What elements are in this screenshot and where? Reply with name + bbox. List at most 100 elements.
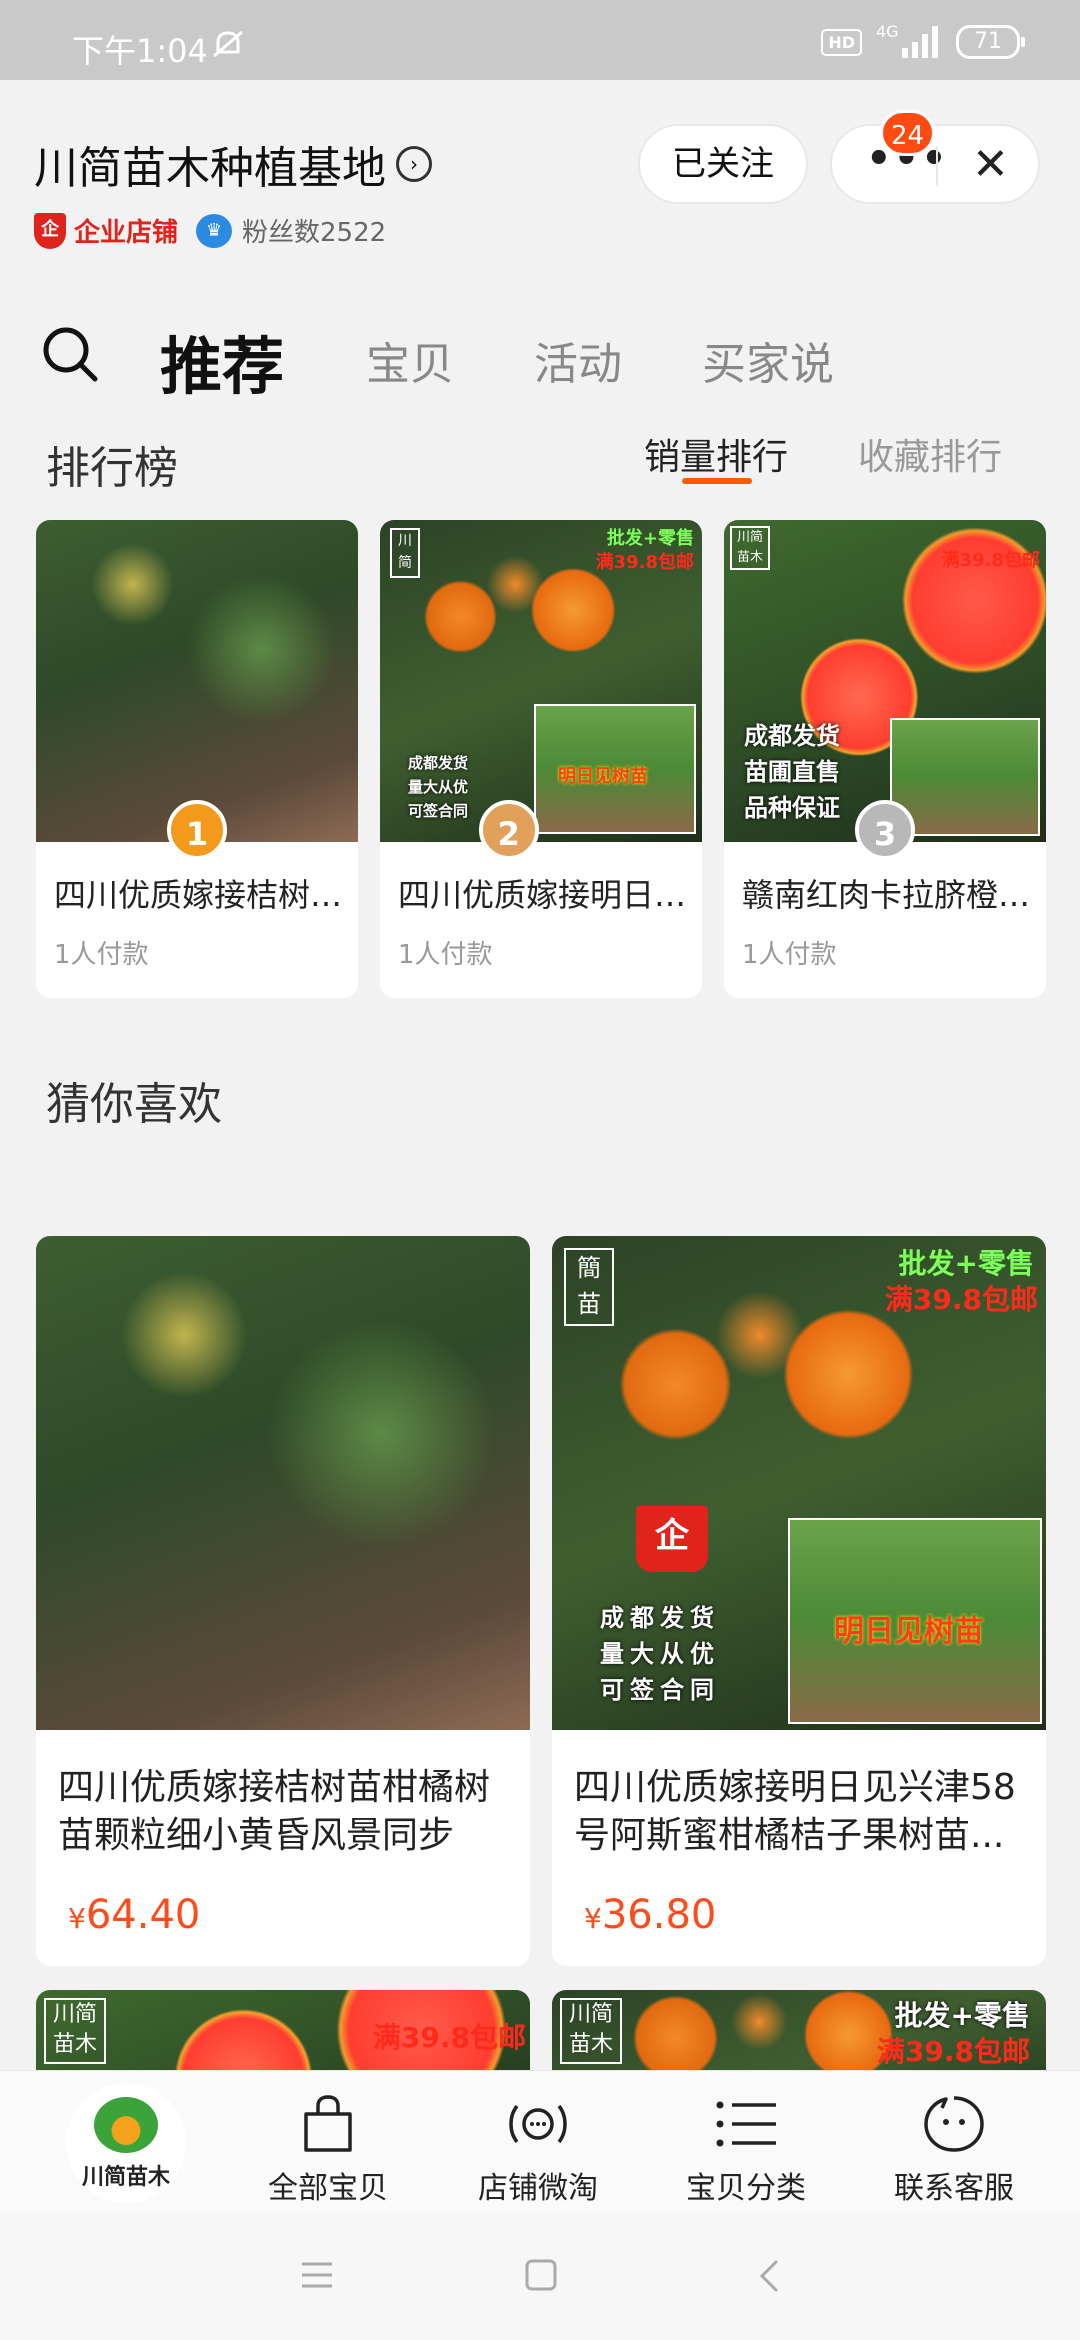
search-icon[interactable] <box>40 324 100 384</box>
nav-label: 全部宝贝 <box>268 2171 388 2206</box>
product-image <box>36 1236 530 1730</box>
paid-count: 1人付款 <box>398 940 493 970</box>
price-value: 36.80 <box>601 1892 717 1938</box>
wholesale-overlay: 批发+零售 <box>606 528 694 549</box>
nav-label: 宝贝分类 <box>686 2171 806 2206</box>
free-shipping-overlay: 满39.8包邮 <box>941 550 1040 571</box>
nav-store-feed[interactable]: 店铺微淘 <box>438 2091 638 2207</box>
product-title: 四川优质嫁接明日见兴津58号阿斯蜜柑橘桔子果树苗... <box>574 1767 1016 1856</box>
sort-favorites-tab[interactable]: 收藏排行 <box>858 428 1002 480</box>
message-count-badge: 24 <box>880 110 936 156</box>
price-value: 64.40 <box>85 1892 201 1938</box>
chevron-right-icon: › <box>396 146 432 182</box>
quantity-overlay: 量大从优 <box>600 1640 720 1668</box>
rank-medal: 1 <box>167 800 227 860</box>
nursery-photo: 明日见树苗 <box>788 1518 1042 1724</box>
rank-card[interactable]: 川简苗木 满39.8包邮 成都发货 苗圃直售 品种保证 3 赣南红肉卡拉脐橙树苗… <box>724 520 1046 998</box>
tab-items[interactable]: 宝贝 <box>366 328 454 392</box>
enterprise-badge: 企 企业店铺 <box>34 212 178 249</box>
store-logo[interactable]: 川简苗木 <box>66 2083 186 2203</box>
enterprise-shield-icon: 企 <box>34 212 66 249</box>
chat-face-icon <box>854 2091 1054 2157</box>
store-page: 川简苗木种植基地 › 企 企业店铺 ♛ 粉丝数2522 已关注 ••• ✕ 24… <box>0 80 1080 2150</box>
rank-card[interactable]: 1 四川优质嫁接桔树苗柑橘树苗颗粒细小黄昏风景同步 1人付款 <box>36 520 358 998</box>
product-title: 四川优质嫁接桔树苗柑橘树苗颗粒细小黄昏风景同步 <box>54 876 344 914</box>
enterprise-shield-icon: 企 <box>636 1506 708 1572</box>
active-sort-indicator <box>682 478 752 484</box>
menu-icon[interactable] <box>300 2260 334 2290</box>
store-watermark: 川简苗木 <box>730 526 770 570</box>
store-watermark: 簡苗 <box>564 1248 614 1326</box>
status-bar: 下午1:04 HD 4G 71 <box>0 0 1080 80</box>
wholesale-overlay: 批发+零售 <box>894 1999 1030 2032</box>
signal-icon: 4G <box>876 22 942 60</box>
back-icon[interactable] <box>756 2258 780 2294</box>
status-time: 下午1:04 <box>72 32 208 70</box>
bottom-nav: 川简苗木 全部宝贝 店铺微淘 宝贝分类 联系客服 <box>0 2070 1080 2210</box>
chengdu-overlay: 成都发货 <box>744 722 840 750</box>
rank-medal: 2 <box>478 800 539 860</box>
nav-categories[interactable]: 宝贝分类 <box>646 2091 846 2207</box>
nav-customer-service[interactable]: 联系客服 <box>854 2091 1054 2207</box>
chengdu-overlay: 成都发货 <box>600 1604 720 1632</box>
store-watermark: 川简苗木 <box>560 1998 622 2064</box>
enterprise-badge-label: 企业店铺 <box>74 218 179 248</box>
broadcast-icon <box>438 2091 638 2157</box>
rank-medal: 3 <box>855 800 915 860</box>
product-title: 四川优质嫁接桔树苗柑橘树苗颗粒细小黄昏风景同步 <box>58 1767 491 1856</box>
rank-card[interactable]: 川简 批发+零售 满39.8包邮 成都发货 量大从优 可签合同 明日见树苗 2 … <box>380 520 702 998</box>
direct-sale-overlay: 苗圃直售 <box>744 758 840 786</box>
product-image: 簡苗 批发+零售 满39.8包邮 企 成都发货 量大从优 可签合同 明日见树苗 <box>552 1236 1046 1730</box>
store-title[interactable]: 川简苗木种植基地 › <box>34 132 432 196</box>
nav-all-items[interactable]: 全部宝贝 <box>228 2091 428 2207</box>
free-shipping-overlay: 满39.8包邮 <box>595 552 694 573</box>
capsule-menu: ••• ✕ <box>830 124 1040 204</box>
wholesale-overlay: 批发+零售 <box>898 1247 1034 1280</box>
fans-label: 粉丝数2522 <box>242 218 387 248</box>
capsule-divider <box>936 146 938 186</box>
quality-overlay: 品种保证 <box>744 794 840 822</box>
leaf-logo-icon <box>94 2097 158 2153</box>
product-card[interactable]: 四川优质嫁接桔树苗柑橘树苗颗粒细小黄昏风景同步 ¥64.40 <box>36 1236 530 1966</box>
guess-title: 猜你喜欢 <box>46 1079 222 1130</box>
contract-overlay: 可签合同 <box>408 802 469 820</box>
fans-count: ♛ 粉丝数2522 <box>196 212 386 249</box>
product-image: 川简 批发+零售 满39.8包邮 成都发货 量大从优 可签合同 明日见树苗 2 <box>380 520 702 860</box>
nav-label: 联系客服 <box>894 2171 1014 2206</box>
follow-button[interactable]: 已关注 <box>638 124 808 204</box>
nav-label: 店铺微淘 <box>478 2171 598 2206</box>
free-shipping-overlay: 满39.8包邮 <box>876 2035 1030 2068</box>
store-logo-text: 川简苗木 <box>81 2165 170 2190</box>
store-watermark: 川简 <box>390 528 420 578</box>
nursery-photo: 明日见树苗 <box>534 704 696 834</box>
sort-sales-tab[interactable]: 销量排行 <box>644 428 788 480</box>
store-name: 川简苗木种植基地 <box>34 143 386 194</box>
list-icon <box>646 2091 846 2157</box>
store-watermark: 川简苗木 <box>44 1998 106 2064</box>
store-badges: 企 企业店铺 ♛ 粉丝数2522 <box>34 212 386 249</box>
free-shipping-overlay: 满39.8包邮 <box>372 2021 526 2054</box>
tab-activities[interactable]: 活动 <box>534 328 622 392</box>
notification-mute-icon <box>213 30 243 58</box>
tab-recommend[interactable]: 推荐 <box>160 316 284 406</box>
store-tabs: 推荐 宝贝 活动 买家说 <box>0 290 1080 410</box>
paid-count: 1人付款 <box>54 940 149 970</box>
system-navigation-bar <box>0 2210 1080 2340</box>
product-image: 川简苗木 满39.8包邮 成都发货 苗圃直售 品种保证 3 <box>724 520 1046 860</box>
close-icon[interactable]: ✕ <box>972 140 1009 190</box>
product-price: ¥36.80 <box>584 1892 716 1938</box>
home-icon[interactable] <box>524 2258 558 2292</box>
chengdu-overlay: 成都发货 <box>408 754 469 772</box>
free-shipping-overlay: 满39.8包邮 <box>884 1283 1038 1316</box>
tab-buyer-reviews[interactable]: 买家说 <box>702 328 834 392</box>
contract-overlay: 可签合同 <box>600 1676 720 1704</box>
currency-symbol: ¥ <box>584 1902 602 1935</box>
product-price: ¥64.40 <box>68 1892 200 1938</box>
shopping-bag-icon <box>228 2091 428 2157</box>
product-image: 1 <box>36 520 358 860</box>
product-card[interactable]: 簡苗 批发+零售 满39.8包邮 企 成都发货 量大从优 可签合同 明日见树苗 … <box>552 1236 1046 1966</box>
currency-symbol: ¥ <box>68 1902 86 1935</box>
paid-count: 1人付款 <box>742 940 837 970</box>
product-title: 四川优质嫁接明日见兴津58号阿斯蜜柑橘桔子果树苗 <box>398 876 688 914</box>
quantity-overlay: 量大从优 <box>408 778 469 796</box>
